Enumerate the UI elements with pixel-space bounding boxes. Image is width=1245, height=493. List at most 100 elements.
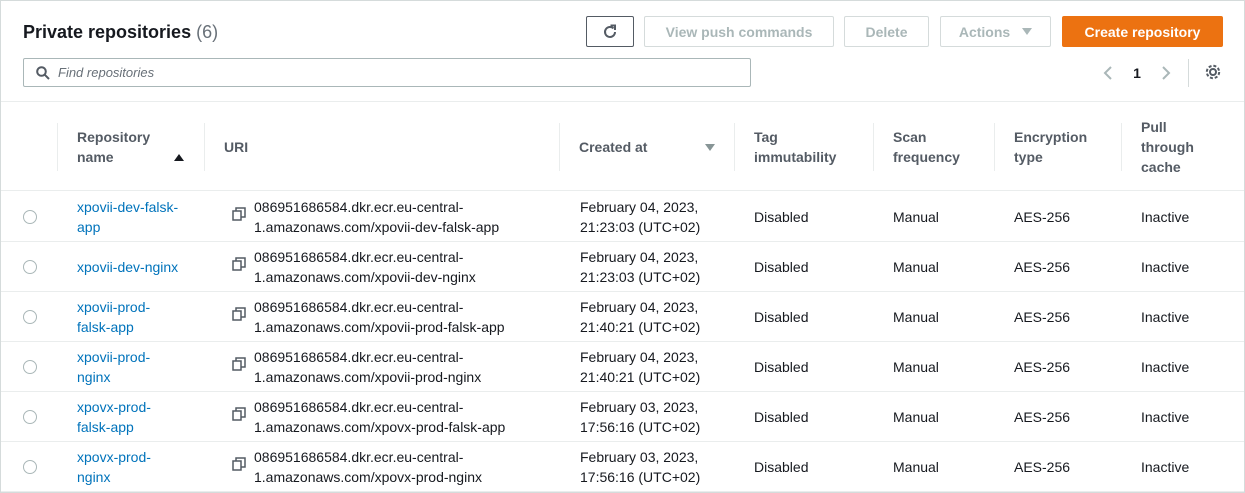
column-header-cache-line3: cache bbox=[1141, 159, 1181, 175]
repository-name-line: nginx bbox=[77, 369, 111, 385]
repository-name-link[interactable]: xpovii-dev-nginx bbox=[77, 242, 197, 292]
column-header-name-line2: name bbox=[77, 149, 114, 165]
repository-name-line: app bbox=[77, 219, 101, 235]
actions-label: Actions bbox=[958, 23, 1011, 40]
pull-through-cache-cell: Inactive bbox=[1141, 359, 1190, 375]
uri-cell: 086951686584.dkr.ecr.eu-central- 1.amazon… bbox=[232, 442, 552, 492]
repository-name-line: falsk-app bbox=[77, 319, 134, 335]
view-push-commands-button[interactable]: View push commands bbox=[644, 16, 834, 47]
tag-immutability-cell: Disabled bbox=[754, 259, 809, 275]
column-header-tag-line1: Tag bbox=[754, 129, 778, 145]
copy-uri-button[interactable] bbox=[232, 407, 254, 421]
uri-cell: 086951686584.dkr.ecr.eu-central- 1.amazon… bbox=[232, 292, 552, 342]
refresh-button[interactable] bbox=[586, 16, 634, 47]
copy-uri-button[interactable] bbox=[232, 457, 254, 471]
copy-uri-button[interactable] bbox=[232, 357, 254, 371]
panel-header: Private repositories (6) View push comma… bbox=[1, 1, 1244, 102]
scan-frequency-cell: Manual bbox=[893, 209, 939, 225]
copy-uri-button[interactable] bbox=[232, 307, 254, 321]
column-header-tag-line2: immutability bbox=[754, 149, 837, 165]
repository-name-line: nginx bbox=[77, 469, 111, 485]
created-at-line: 21:23:03 (UTC+02) bbox=[580, 269, 701, 285]
uri-line: 086951686584.dkr.ecr.eu-central- bbox=[254, 249, 464, 265]
column-header-encryption-type[interactable]: Encryption type bbox=[994, 103, 1121, 191]
created-at-line: February 04, 2023, bbox=[580, 349, 699, 365]
created-at-line: February 04, 2023, bbox=[580, 299, 699, 315]
copy-uri-button[interactable] bbox=[232, 207, 254, 221]
row-select-radio[interactable] bbox=[23, 310, 37, 324]
encryption-type-cell: AES-256 bbox=[1014, 259, 1071, 275]
chevron-left-icon bbox=[1103, 66, 1112, 80]
sort-descending-icon bbox=[705, 144, 715, 151]
column-header-scan-frequency[interactable]: Scan frequency bbox=[873, 103, 994, 191]
column-separator bbox=[204, 123, 205, 171]
repository-name-link[interactable]: xpovii-prod-nginx bbox=[77, 342, 197, 392]
current-page[interactable]: 1 bbox=[1127, 61, 1147, 85]
repository-name-line: xpovx-prod- bbox=[77, 449, 151, 465]
column-header-pull-through-cache[interactable]: Pull through cache bbox=[1121, 103, 1244, 191]
uri-cell: 086951686584.dkr.ecr.eu-central- 1.amazon… bbox=[232, 192, 552, 242]
page-title: Private repositories (6) bbox=[23, 22, 218, 43]
uri-line: 086951686584.dkr.ecr.eu-central- bbox=[254, 399, 464, 415]
repositories-panel: Private repositories (6) View push comma… bbox=[0, 0, 1245, 493]
create-repository-button[interactable]: Create repository bbox=[1062, 16, 1223, 47]
uri-line: 1.amazonaws.com/xpovii-prod-falsk-app bbox=[254, 319, 505, 335]
uri-cell: 086951686584.dkr.ecr.eu-central- 1.amazon… bbox=[232, 242, 552, 292]
pull-through-cache-cell: Inactive bbox=[1141, 309, 1190, 325]
title-text: Private repositories bbox=[23, 22, 192, 42]
repository-name-link[interactable]: xpovii-dev-falsk-app bbox=[77, 192, 197, 242]
row-select-radio[interactable] bbox=[23, 360, 37, 374]
column-separator bbox=[1121, 123, 1122, 171]
table-row[interactable]: xpovx-prod-nginx 086951686584.dkr.ecr.eu-… bbox=[1, 442, 1244, 492]
uri-line: 1.amazonaws.com/xpovx-prod-nginx bbox=[254, 469, 482, 485]
search-input[interactable]: Find repositories bbox=[23, 58, 751, 87]
row-select-radio[interactable] bbox=[23, 260, 37, 274]
column-header-uri: URI bbox=[204, 103, 559, 191]
repository-name-link[interactable]: xpovx-prod-nginx bbox=[77, 442, 197, 492]
created-at-line: 21:40:21 (UTC+02) bbox=[580, 319, 701, 335]
row-select-radio[interactable] bbox=[23, 410, 37, 424]
copy-uri-button[interactable] bbox=[232, 257, 254, 271]
column-header-tag-immutability[interactable]: Tag immutability bbox=[734, 103, 873, 191]
uri-line: 086951686584.dkr.ecr.eu-central- bbox=[254, 299, 464, 315]
repository-name-line: xpovx-prod- bbox=[77, 399, 151, 415]
delete-button[interactable]: Delete bbox=[844, 16, 929, 47]
table-row[interactable]: xpovii-prod-nginx 086951686584.dkr.ecr.eu… bbox=[1, 342, 1244, 392]
column-header-name[interactable]: Repository name bbox=[57, 103, 204, 191]
encryption-type-cell: AES-256 bbox=[1014, 409, 1071, 425]
tag-immutability-cell: Disabled bbox=[754, 209, 809, 225]
search-placeholder: Find repositories bbox=[58, 65, 155, 80]
pull-through-cache-cell: Inactive bbox=[1141, 409, 1190, 425]
column-header-scan-line2: frequency bbox=[893, 149, 960, 165]
column-header-created-at[interactable]: Created at bbox=[559, 103, 734, 191]
repository-name-link[interactable]: xpovx-prod-falsk-app bbox=[77, 392, 197, 442]
pull-through-cache-cell: Inactive bbox=[1141, 259, 1190, 275]
created-at-cell: February 04, 2023, 21:23:03 (UTC+02) bbox=[580, 192, 730, 242]
table-row[interactable]: xpovx-prod-falsk-app 086951686584.dkr.ecr… bbox=[1, 392, 1244, 442]
copy-icon bbox=[232, 357, 246, 371]
copy-icon bbox=[232, 407, 246, 421]
table-row[interactable]: xpovii-dev-falsk-app 086951686584.dkr.ecr… bbox=[1, 192, 1244, 242]
repository-name-link[interactable]: xpovii-prod-falsk-app bbox=[77, 292, 197, 342]
row-select-radio[interactable] bbox=[23, 460, 37, 474]
created-at-line: February 04, 2023, bbox=[580, 249, 699, 265]
actions-dropdown[interactable]: Actions bbox=[940, 16, 1051, 47]
encryption-type-cell: AES-256 bbox=[1014, 359, 1071, 375]
caret-down-icon bbox=[1022, 28, 1033, 35]
search-icon bbox=[36, 65, 50, 80]
divider bbox=[1188, 59, 1189, 87]
created-at-cell: February 04, 2023, 21:23:03 (UTC+02) bbox=[580, 242, 730, 292]
table-row[interactable]: xpovii-dev-nginx 086951686584.dkr.ecr.eu-… bbox=[1, 242, 1244, 292]
table-row[interactable]: xpovii-prod-falsk-app 086951686584.dkr.ec… bbox=[1, 292, 1244, 342]
created-at-line: February 04, 2023, bbox=[580, 199, 699, 215]
chevron-right-icon bbox=[1162, 66, 1171, 80]
next-page-button[interactable] bbox=[1156, 61, 1176, 85]
uri-cell: 086951686584.dkr.ecr.eu-central- 1.amazon… bbox=[232, 392, 552, 442]
copy-icon bbox=[232, 207, 246, 221]
uri-line: 086951686584.dkr.ecr.eu-central- bbox=[254, 199, 464, 215]
preferences-button[interactable] bbox=[1202, 61, 1224, 83]
previous-page-button[interactable] bbox=[1098, 61, 1118, 85]
row-select-radio[interactable] bbox=[23, 210, 37, 224]
created-at-line: 17:56:16 (UTC+02) bbox=[580, 469, 701, 485]
created-at-line: 21:40:21 (UTC+02) bbox=[580, 369, 701, 385]
